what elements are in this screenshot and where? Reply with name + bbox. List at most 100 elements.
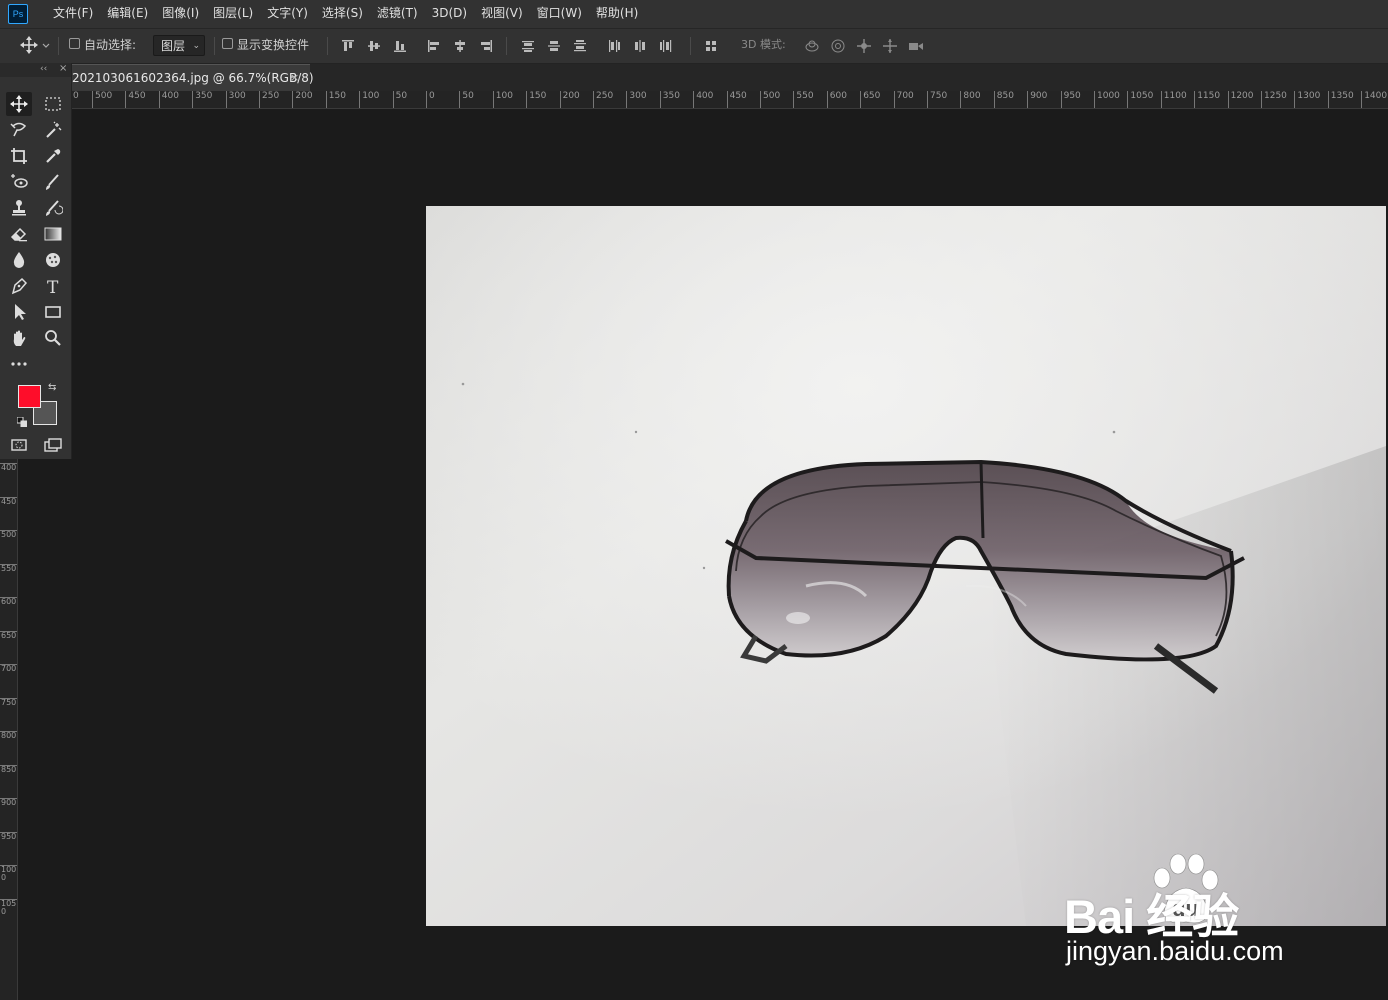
- 3d-orbit-icon[interactable]: [804, 38, 820, 54]
- screen-mode-icon[interactable]: [40, 433, 66, 457]
- sponge-icon[interactable]: [40, 248, 66, 272]
- 3d-pan-icon[interactable]: [856, 38, 872, 54]
- separator: [690, 37, 691, 55]
- ruler-tick-label: 750: [927, 91, 947, 108]
- ruler-tick-label: 1400: [1361, 91, 1387, 108]
- brush-icon[interactable]: [40, 170, 66, 194]
- ruler-tick-label: 1050: [1127, 91, 1153, 108]
- auto-select-checkbox[interactable]: 自动选择:: [69, 29, 136, 63]
- menu-item[interactable]: 图像(I): [155, 0, 206, 28]
- lasso-icon[interactable]: [6, 118, 32, 142]
- path-selection-icon[interactable]: [6, 300, 32, 324]
- menu-bar: Ps 文件(F) 编辑(E) 图像(I) 图层(L) 文字(Y) 选择(S) 滤镜(T) 3D…: [0, 0, 1388, 29]
- ruler-tick-label: 500: [0, 530, 17, 563]
- auto-align-icon[interactable]: [704, 39, 718, 53]
- blur-icon[interactable]: [6, 248, 32, 272]
- show-transform-checkbox[interactable]: 显示变换控件: [222, 29, 309, 63]
- align-right-icon[interactable]: [479, 39, 493, 53]
- menu-item[interactable]: 文字(Y): [260, 0, 315, 28]
- ruler-tick-label: 1050: [0, 898, 17, 932]
- eraser-icon[interactable]: [6, 222, 32, 246]
- 3d-mode-label: 3D 模式:: [741, 38, 786, 51]
- crop-icon[interactable]: [6, 144, 32, 168]
- auto-select-target-dropdown[interactable]: 图层 ⌄: [153, 35, 205, 56]
- 3d-slide-icon[interactable]: [882, 38, 898, 54]
- ruler-tick-label: 50: [459, 91, 474, 108]
- ruler-tick-label: 1300: [1294, 91, 1320, 108]
- show-transform-label: 显示变换控件: [237, 38, 310, 52]
- 3d-scale-camera-icon[interactable]: [908, 38, 924, 54]
- menu-item[interactable]: 编辑(E): [100, 0, 155, 28]
- document-canvas[interactable]: [426, 206, 1386, 926]
- align-left-icon[interactable]: [427, 39, 441, 53]
- ruler-tick-label: 450: [125, 91, 146, 108]
- gradient-icon[interactable]: [40, 222, 66, 246]
- move-tool-preset[interactable]: [20, 29, 50, 63]
- ruler-tick-label: 300: [225, 91, 246, 108]
- ruler-tick-label: 1250: [1261, 91, 1287, 108]
- distribute-horizontal-center-icon[interactable]: [633, 39, 647, 53]
- 3d-roll-icon[interactable]: [830, 38, 846, 54]
- collapse-panel-icon[interactable]: ‹‹: [40, 63, 47, 75]
- chevron-down-icon: ⌄: [192, 41, 200, 51]
- align-horizontal-center-icon[interactable]: [453, 39, 467, 53]
- ruler-tick-label: 550: [793, 91, 814, 108]
- menu-item[interactable]: 3D(D): [425, 0, 474, 28]
- align-bottom-icon[interactable]: [393, 39, 407, 53]
- default-colors-icon[interactable]: [16, 416, 28, 428]
- menu-item[interactable]: 图层(L): [206, 0, 260, 28]
- ruler-tick-label: 100: [492, 91, 513, 108]
- ruler-tick-label: 250: [593, 91, 613, 108]
- eyedropper-icon[interactable]: [40, 144, 66, 168]
- ruler-tick-label: 450: [0, 496, 17, 530]
- close-panel-icon[interactable]: ×: [59, 63, 67, 75]
- toolbox-header[interactable]: ‹‹ ×: [0, 63, 71, 77]
- clone-stamp-icon[interactable]: [6, 196, 32, 220]
- document-tab[interactable]: 202103061602364.jpg @ 66.7%(RGB/8) ×: [70, 64, 314, 91]
- horizontal-ruler[interactable]: 0 500 450 400 350 300 250 200 150 100 50 0 50 100 150 2…: [70, 91, 1388, 109]
- document-tab-title: 202103061602364.jpg @ 66.7%(RGB/8): [72, 71, 314, 85]
- menu-item[interactable]: 滤镜(T): [370, 0, 425, 28]
- checkbox-box[interactable]: [222, 38, 233, 49]
- rectangular-marquee-icon[interactable]: [40, 92, 66, 116]
- ruler-tick-label: 950: [0, 831, 17, 865]
- move-icon: [20, 36, 50, 54]
- ruler-tick-label: 250: [259, 91, 279, 108]
- ruler-tick-label: 900: [0, 798, 17, 831]
- zoom-icon[interactable]: [40, 326, 66, 350]
- hand-icon[interactable]: [6, 326, 32, 350]
- ruler-tick-label: 1200: [1227, 91, 1254, 108]
- quick-mask-icon[interactable]: [6, 433, 32, 457]
- distribute-bottom-icon[interactable]: [573, 39, 587, 53]
- swap-colors-icon[interactable]: ⇆: [48, 382, 56, 393]
- close-tab-icon[interactable]: ×: [290, 65, 299, 91]
- magic-wand-icon[interactable]: [40, 118, 66, 142]
- auto-select-target-value: 图层: [161, 39, 186, 53]
- distribute-right-icon[interactable]: [659, 39, 673, 53]
- separator: [327, 37, 328, 55]
- distribute-left-icon[interactable]: [607, 39, 621, 53]
- distribute-vertical-center-icon[interactable]: [547, 39, 561, 53]
- align-vertical-center-icon[interactable]: [367, 39, 381, 53]
- align-top-icon[interactable]: [341, 39, 355, 53]
- menu-item[interactable]: 视图(V): [474, 0, 530, 28]
- rectangle-shape-icon[interactable]: [40, 300, 66, 324]
- checkbox-box[interactable]: [69, 38, 80, 49]
- ruler-tick-label: 1350: [1327, 91, 1354, 108]
- history-brush-icon[interactable]: [40, 196, 66, 220]
- move-tool-icon[interactable]: [6, 92, 32, 116]
- foreground-color-swatch[interactable]: [18, 385, 41, 408]
- menu-item[interactable]: 帮助(H): [589, 0, 645, 28]
- menu-item[interactable]: 窗口(W): [530, 0, 589, 28]
- menu-item[interactable]: 文件(F): [46, 0, 100, 28]
- separator: [214, 37, 215, 55]
- type-icon[interactable]: T: [40, 274, 66, 298]
- ruler-tick-label: 1000: [0, 865, 17, 898]
- menu-item[interactable]: 选择(S): [315, 0, 370, 28]
- vertical-ruler[interactable]: 400 450 500 550 600 650 700 750 800 850 900 950 1000…: [0, 459, 18, 1000]
- distribute-top-icon[interactable]: [521, 39, 535, 53]
- pen-icon[interactable]: [6, 274, 32, 298]
- spot-healing-icon[interactable]: [6, 170, 32, 194]
- more-tools-icon[interactable]: [6, 352, 32, 376]
- separator: [506, 37, 507, 55]
